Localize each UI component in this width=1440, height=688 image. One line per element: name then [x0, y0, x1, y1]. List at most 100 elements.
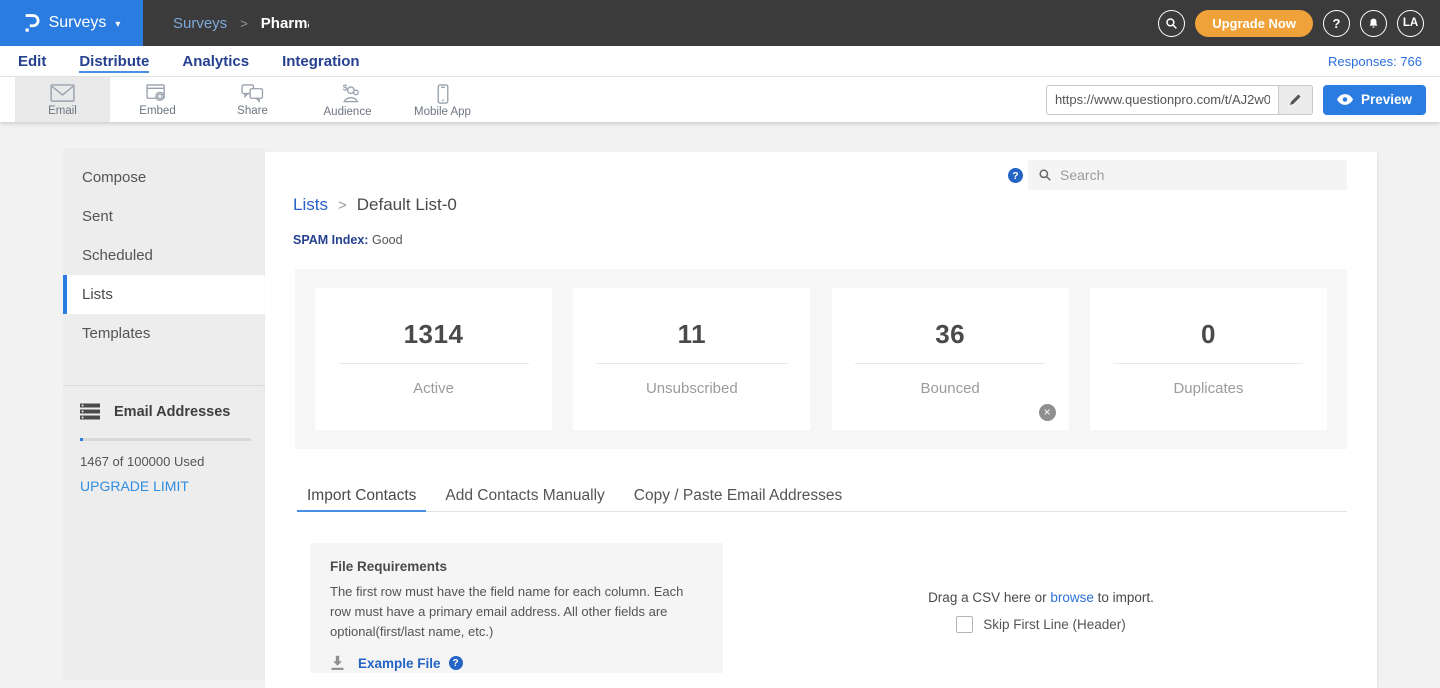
- list-stats: 1314 Active 11 Unsubscribed 36 Bounced ×…: [295, 269, 1347, 449]
- survey-nav: Edit Distribute Analytics Integration Re…: [0, 46, 1440, 77]
- stat-divider: [1113, 363, 1303, 364]
- browse-link[interactable]: browse: [1050, 590, 1094, 605]
- edit-url-button[interactable]: [1278, 86, 1312, 114]
- usage-progress-bar: [80, 438, 251, 441]
- share-icon: [241, 84, 264, 103]
- notifications-button[interactable]: [1360, 10, 1387, 37]
- pencil-icon: [1288, 93, 1302, 107]
- avatar[interactable]: LA: [1397, 10, 1424, 37]
- content-area: Compose Sent Scheduled Lists Templates E…: [0, 122, 1440, 688]
- help-button[interactable]: ?: [1323, 10, 1350, 37]
- example-file-link[interactable]: Example File: [358, 656, 441, 671]
- stat-card-duplicates: 0 Duplicates: [1090, 288, 1327, 430]
- list-help-icon[interactable]: ?: [1008, 168, 1023, 183]
- breadcrumb-surveys-link[interactable]: Surveys: [173, 15, 227, 32]
- file-requirements-body: The first row must have the field name f…: [330, 582, 698, 642]
- stat-value: 36: [935, 319, 965, 350]
- channel-mobile-app[interactable]: Mobile App: [395, 77, 490, 122]
- tab-import-contacts[interactable]: Import Contacts: [297, 483, 426, 511]
- stat-divider: [339, 363, 529, 364]
- csv-drop-zone[interactable]: Drag a CSV here or browse to import. Ski…: [735, 590, 1347, 638]
- email-icon: [50, 84, 75, 103]
- email-addresses-title: Email Addresses: [114, 404, 230, 420]
- search-button[interactable]: [1158, 10, 1185, 37]
- example-file-help-icon[interactable]: ?: [449, 656, 463, 670]
- stat-card-unsubscribed: 11 Unsubscribed: [573, 288, 810, 430]
- breadcrumb-separator: >: [240, 16, 248, 31]
- tab-integration[interactable]: Integration: [282, 47, 360, 76]
- upgrade-now-button[interactable]: Upgrade Now: [1195, 10, 1313, 37]
- drag-text-prefix: Drag a CSV here or: [928, 590, 1050, 605]
- channel-audience[interactable]: $ Audience: [300, 77, 395, 122]
- upgrade-limit-link[interactable]: UPGRADE LIMIT: [80, 478, 189, 494]
- file-requirements-title: File Requirements: [330, 559, 703, 574]
- preview-label: Preview: [1361, 92, 1412, 107]
- email-addresses-section: Email Addresses 1467 of 100000 Used UPGR…: [63, 386, 265, 496]
- tab-distribute[interactable]: Distribute: [79, 47, 149, 76]
- product-switcher[interactable]: Surveys ▾: [0, 0, 143, 46]
- stat-value: 1314: [404, 319, 464, 350]
- search-icon: [1038, 168, 1052, 182]
- embed-icon: [146, 84, 169, 103]
- audience-icon: $: [335, 84, 360, 104]
- stat-value: 11: [678, 319, 707, 350]
- stat-label: Bounced: [921, 380, 980, 397]
- product-name: Surveys: [49, 14, 107, 32]
- skip-first-line-row: Skip First Line (Header): [956, 616, 1126, 633]
- list-icon: [80, 403, 100, 420]
- stat-value: 0: [1201, 319, 1216, 350]
- lists-panel: ? Lists > Default List-0 SPAM Index: Goo…: [265, 152, 1377, 688]
- tab-add-contacts-manually[interactable]: Add Contacts Manually: [435, 483, 614, 511]
- breadcrumb-separator: >: [338, 197, 347, 214]
- stat-card-bounced: 36 Bounced ×: [832, 288, 1069, 430]
- file-requirements-box: File Requirements The first row must hav…: [310, 543, 723, 673]
- channel-email[interactable]: Email: [15, 77, 110, 122]
- channel-share[interactable]: Share: [205, 77, 300, 122]
- channel-label: Share: [237, 105, 268, 117]
- tab-analytics[interactable]: Analytics: [182, 47, 249, 76]
- sidebar-menu: Compose Sent Scheduled Lists Templates: [63, 148, 265, 353]
- contact-search-box: [1028, 160, 1347, 190]
- header-actions: Upgrade Now ? LA: [1158, 10, 1440, 37]
- lists-link[interactable]: Lists: [293, 195, 328, 215]
- sidebar-item-lists[interactable]: Lists: [63, 275, 265, 314]
- contact-search-input[interactable]: [1060, 167, 1337, 183]
- distribute-toolbar: Email Embed Share $ Audience: [0, 77, 1440, 122]
- channel-label: Audience: [324, 106, 372, 118]
- channel-label: Mobile App: [414, 106, 471, 118]
- stat-divider: [597, 363, 787, 364]
- drag-text-suffix: to import.: [1094, 590, 1154, 605]
- survey-url-input[interactable]: [1047, 86, 1278, 114]
- search-icon: [1165, 17, 1178, 30]
- responses-count[interactable]: Responses: 766: [1328, 54, 1422, 69]
- preview-button[interactable]: Preview: [1323, 85, 1426, 115]
- tab-copy-paste-email-addresses[interactable]: Copy / Paste Email Addresses: [624, 483, 853, 511]
- survey-link-group: Preview: [1046, 77, 1440, 122]
- channel-label: Email: [48, 105, 77, 117]
- bell-icon: [1367, 17, 1380, 30]
- skip-first-line-checkbox[interactable]: [956, 616, 973, 633]
- tab-edit[interactable]: Edit: [18, 47, 46, 76]
- sidebar-item-scheduled[interactable]: Scheduled: [63, 236, 265, 275]
- email-sidebar: Compose Sent Scheduled Lists Templates E…: [63, 148, 265, 680]
- eye-icon: [1337, 94, 1353, 105]
- stat-label: Active: [413, 380, 454, 397]
- channel-group: Email Embed Share $ Audience: [15, 77, 490, 122]
- breadcrumb-survey-name: Pharma: [261, 15, 309, 32]
- survey-url-box: [1046, 85, 1313, 115]
- usage-text: 1467 of 100000 Used: [80, 454, 251, 469]
- mobile-app-icon: [437, 84, 449, 104]
- svg-text:$: $: [343, 84, 348, 93]
- header-breadcrumb: Surveys > Pharma: [173, 15, 309, 32]
- questionpro-logo-icon: [23, 12, 40, 34]
- sidebar-item-templates[interactable]: Templates: [63, 314, 265, 353]
- sidebar-item-compose[interactable]: Compose: [63, 158, 265, 197]
- channel-embed[interactable]: Embed: [110, 77, 205, 122]
- stat-label: Unsubscribed: [646, 380, 738, 397]
- chevron-down-icon: ▾: [115, 19, 120, 30]
- spam-index: SPAM Index: Good: [293, 233, 403, 247]
- channel-label: Embed: [139, 105, 175, 117]
- sidebar-item-sent[interactable]: Sent: [63, 197, 265, 236]
- download-icon: [330, 655, 345, 671]
- clear-bounced-icon[interactable]: ×: [1039, 404, 1056, 421]
